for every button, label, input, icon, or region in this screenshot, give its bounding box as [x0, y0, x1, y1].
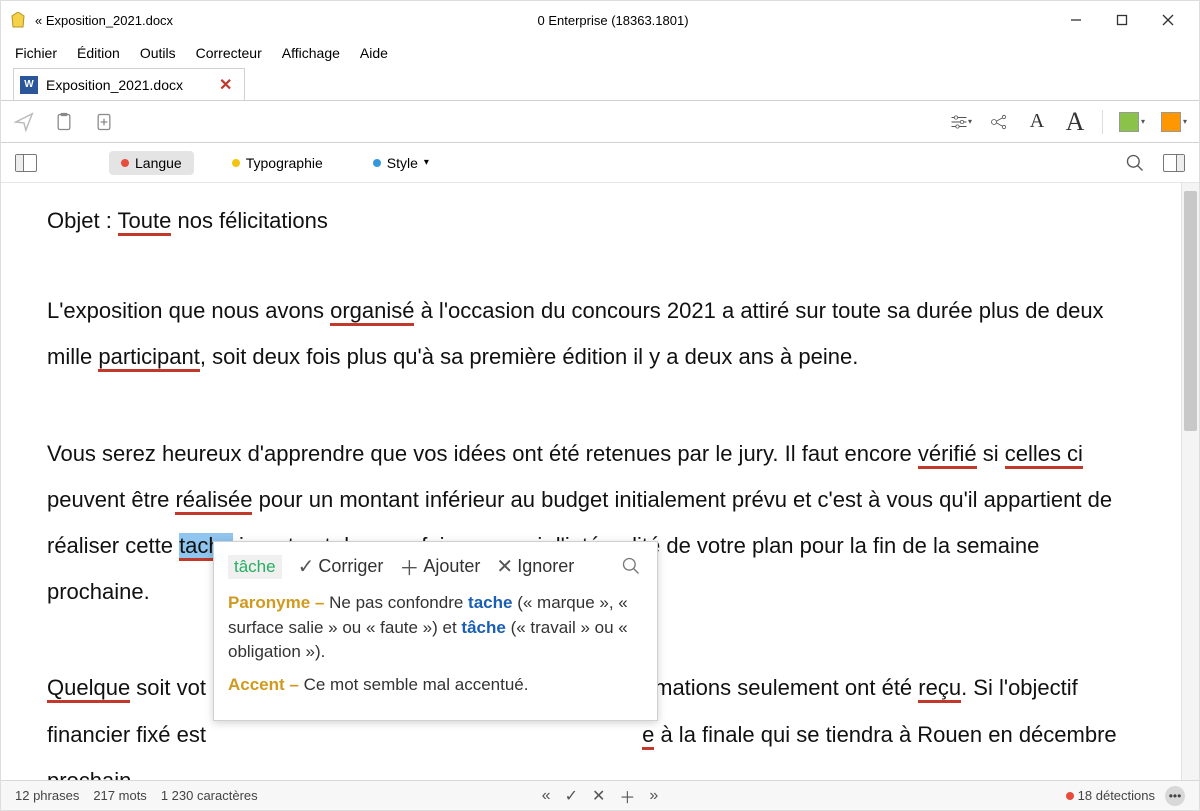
font-large-icon[interactable]: A — [1064, 111, 1086, 133]
app-icon — [9, 11, 27, 29]
popup-search-icon[interactable] — [621, 556, 643, 578]
highlight-color-swatch[interactable]: ▾ — [1119, 112, 1145, 132]
scrollbar-thumb[interactable] — [1184, 191, 1197, 431]
minimize-button[interactable] — [1053, 1, 1099, 39]
menu-correcteur[interactable]: Correcteur — [196, 45, 262, 61]
paragraph: Objet : Toute nos félicitations — [47, 203, 1135, 238]
error-word[interactable]: celles ci — [1005, 441, 1083, 469]
clipboard-add-icon[interactable] — [93, 111, 115, 133]
error-word[interactable]: reçu — [918, 675, 961, 703]
window-controls — [1053, 1, 1191, 39]
nav-accept-icon[interactable]: ✓ — [565, 786, 578, 806]
error-word[interactable]: organisé — [330, 298, 414, 326]
tab-close-icon[interactable]: ✕ — [219, 75, 232, 95]
error-word[interactable]: participant — [98, 344, 200, 372]
search-icon[interactable] — [1125, 153, 1145, 173]
panel-toggle-icon[interactable] — [15, 154, 37, 172]
status-phrases: 12 phrases — [15, 788, 79, 803]
title-bar: « Exposition_2021.docx 0 Enterprise (183… — [1, 1, 1199, 39]
vertical-scrollbar[interactable] — [1181, 183, 1199, 780]
menu-fichier[interactable]: Fichier — [15, 45, 57, 61]
menu-outils[interactable]: Outils — [140, 45, 176, 61]
suggestion-word[interactable]: tâche — [228, 555, 282, 579]
status-chars: 1 230 caractères — [161, 788, 258, 803]
tab-strip: W Exposition_2021.docx ✕ — [1, 67, 1199, 101]
filter-row: Langue Typographie Style ▾ — [1, 143, 1199, 183]
menu-affichage[interactable]: Affichage — [282, 45, 340, 61]
window-subtitle: 0 Enterprise (18363.1801) — [173, 13, 1053, 28]
error-word-partial[interactable]: e — [642, 722, 654, 750]
ajouter-button[interactable]: ＋Ajouter — [399, 552, 480, 581]
sliders-icon[interactable]: ▾ — [950, 111, 972, 133]
filter-langue[interactable]: Langue — [109, 151, 194, 175]
close-button[interactable] — [1145, 1, 1191, 39]
menu-aide[interactable]: Aide — [360, 45, 388, 61]
corriger-button[interactable]: ✓Corriger — [298, 554, 384, 579]
error-word[interactable]: Toute — [118, 208, 172, 236]
tab-label: Exposition_2021.docx — [46, 77, 183, 93]
popup-explanation: Paronyme – Ne pas confondre tache (« mar… — [228, 591, 643, 698]
font-small-icon[interactable]: A — [1026, 111, 1048, 133]
status-nav: « ✓ ✕ ＋ » — [542, 784, 659, 808]
nav-last-icon[interactable]: » — [649, 787, 658, 805]
filter-style[interactable]: Style ▾ — [361, 151, 441, 175]
nav-first-icon[interactable]: « — [542, 787, 551, 805]
ignorer-button[interactable]: ✕Ignorer — [496, 554, 574, 579]
word-doc-icon: W — [20, 76, 38, 94]
document-tab[interactable]: W Exposition_2021.docx ✕ — [13, 68, 245, 100]
paragraph: L'exposition que nous avons organisé à l… — [47, 288, 1135, 380]
status-detections[interactable]: 18 détections — [1066, 788, 1155, 803]
panel-toggle-right-icon[interactable] — [1163, 154, 1185, 172]
prism-icon[interactable] — [988, 111, 1010, 133]
toolbar: ▾ A A ▾ ▾ — [1, 101, 1199, 143]
error-word[interactable]: Quelque — [47, 675, 130, 703]
nav-reject-icon[interactable]: ✕ — [592, 786, 605, 806]
menu-edition[interactable]: Édition — [77, 45, 120, 61]
paste-icon[interactable] — [53, 111, 75, 133]
filter-typographie[interactable]: Typographie — [220, 151, 335, 175]
status-more-icon[interactable]: ••• — [1165, 786, 1185, 806]
error-word[interactable]: vérifié — [918, 441, 977, 469]
menu-bar: Fichier Édition Outils Correcteur Affich… — [1, 39, 1199, 67]
text-color-swatch[interactable]: ▾ — [1161, 112, 1187, 132]
error-word[interactable]: réalisée — [175, 487, 252, 515]
document-title: « Exposition_2021.docx — [35, 13, 173, 28]
nav-add-icon[interactable]: ＋ — [619, 784, 635, 808]
status-words: 217 mots — [93, 788, 146, 803]
maximize-button[interactable] — [1099, 1, 1145, 39]
correction-popup: tâche ✓Corriger ＋Ajouter ✕Ignorer Parony… — [213, 541, 658, 721]
status-bar: 12 phrases 217 mots 1 230 caractères « ✓… — [1, 780, 1199, 810]
send-icon[interactable] — [13, 111, 35, 133]
